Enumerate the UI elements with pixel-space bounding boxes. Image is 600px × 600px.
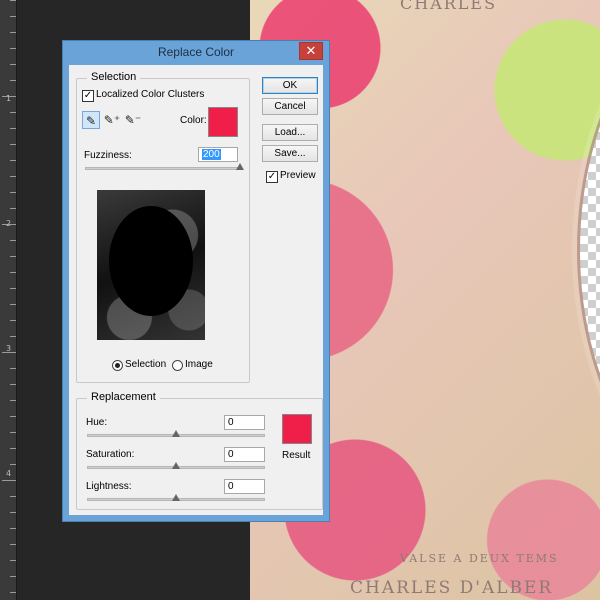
fuzziness-slider-thumb[interactable] — [236, 163, 244, 170]
ruler-tick — [10, 176, 16, 177]
lightness-input[interactable]: 0 — [224, 479, 265, 494]
ruler-number: 4 — [6, 469, 12, 478]
ruler-tick — [10, 528, 16, 529]
selection-radio-label: Selection — [125, 359, 167, 370]
canvas-top-text: CHARLES — [400, 0, 498, 13]
selection-radio[interactable] — [112, 360, 123, 371]
preview-checkbox[interactable]: ✓ — [266, 171, 278, 183]
ruler-tick — [10, 464, 16, 465]
ruler-tick — [10, 144, 16, 145]
ruler-tick — [10, 160, 16, 161]
ruler-tick — [10, 48, 16, 49]
localized-color-clusters-checkbox[interactable]: ✓ — [82, 90, 94, 102]
image-radio-label: Image — [185, 359, 213, 370]
ruler-tick — [10, 192, 16, 193]
saturation-slider-thumb[interactable] — [172, 462, 180, 469]
canvas-middle-text: VALSE A DEUX TEMS — [400, 552, 559, 565]
ruler-tick — [10, 288, 16, 289]
hue-input[interactable]: 0 — [224, 415, 265, 430]
ok-button[interactable]: OK — [262, 77, 318, 94]
result-color-swatch[interactable] — [282, 414, 312, 444]
ruler-tick — [10, 0, 16, 1]
ruler-tick — [10, 544, 16, 545]
ruler-tick — [10, 240, 16, 241]
ruler-tick — [10, 448, 16, 449]
replace-color-dialog: Replace Color ✕ Selection ✓ Localized Co… — [62, 40, 330, 522]
hue-label: Hue: — [86, 417, 108, 428]
eyedropper-plus-icon[interactable]: ✎⁺ — [103, 111, 121, 129]
replacement-group: Replacement Hue: 0 Saturation: 0 Lightne… — [76, 391, 323, 510]
ruler-tick — [10, 592, 16, 593]
fuzziness-label: Fuzziness: — [84, 150, 132, 161]
eyedropper-icon[interactable]: ✎ — [82, 111, 100, 129]
dialog-title: Replace Color — [157, 45, 235, 59]
saturation-label: Saturation: — [86, 449, 135, 460]
canvas-bottom-text: CHARLES D'ALBER — [350, 578, 554, 598]
close-button[interactable]: ✕ — [299, 42, 323, 60]
ruler-tick — [10, 32, 16, 33]
ruler-tick — [10, 416, 16, 417]
ruler-number: 3 — [6, 344, 12, 353]
ruler-tick — [10, 256, 16, 257]
image-radio[interactable] — [172, 360, 183, 371]
ruler-tick — [2, 480, 16, 481]
preview-mask-shape — [109, 206, 193, 316]
selection-group: Selection ✓ Localized Color Clusters ✎ ✎… — [76, 71, 250, 383]
ruler-number: 2 — [6, 219, 12, 228]
localized-color-clusters-label: Localized Color Clusters — [96, 89, 205, 100]
save-button[interactable]: Save... — [262, 145, 318, 162]
fuzziness-value: 200 — [202, 149, 221, 160]
ruler-tick — [10, 128, 16, 129]
ruler-tick — [10, 112, 16, 113]
dialog-titlebar[interactable]: Replace Color ✕ — [63, 41, 329, 63]
eyedropper-minus-icon[interactable]: ✎⁻ — [124, 111, 142, 129]
lightness-label: Lightness: — [86, 481, 132, 492]
result-label: Result — [282, 450, 311, 461]
ruler-tick — [10, 64, 16, 65]
ruler-tick — [10, 368, 16, 369]
load-button[interactable]: Load... — [262, 124, 318, 141]
ruler-number: 1 — [6, 94, 12, 103]
lightness-slider-thumb[interactable] — [172, 494, 180, 501]
preview-label: Preview — [280, 170, 316, 181]
cancel-button[interactable]: Cancel — [262, 98, 318, 115]
color-label: Color: — [180, 115, 207, 126]
ruler-tick — [10, 304, 16, 305]
ruler-tick — [10, 336, 16, 337]
transparent-area — [580, 0, 600, 520]
ruler-tick — [10, 208, 16, 209]
ruler-tick — [10, 400, 16, 401]
saturation-input[interactable]: 0 — [224, 447, 265, 462]
hue-slider-thumb[interactable] — [172, 430, 180, 437]
selection-preview — [97, 190, 205, 340]
ruler-tick — [10, 80, 16, 81]
selection-color-swatch[interactable] — [208, 107, 238, 137]
fuzziness-slider[interactable] — [85, 167, 240, 170]
dialog-client: Selection ✓ Localized Color Clusters ✎ ✎… — [69, 65, 323, 515]
ruler-tick — [10, 384, 16, 385]
ruler-tick — [10, 496, 16, 497]
ruler-tick — [10, 272, 16, 273]
replacement-legend: Replacement — [87, 391, 160, 403]
selection-legend: Selection — [87, 71, 141, 83]
vertical-ruler: 1 2 3 4 — [0, 0, 17, 600]
ruler-tick — [10, 432, 16, 433]
ruler-tick — [10, 16, 16, 17]
ruler-tick — [10, 560, 16, 561]
ruler-tick — [10, 576, 16, 577]
fuzziness-input[interactable]: 200 — [198, 147, 238, 162]
ruler-tick — [10, 512, 16, 513]
ruler-tick — [10, 320, 16, 321]
